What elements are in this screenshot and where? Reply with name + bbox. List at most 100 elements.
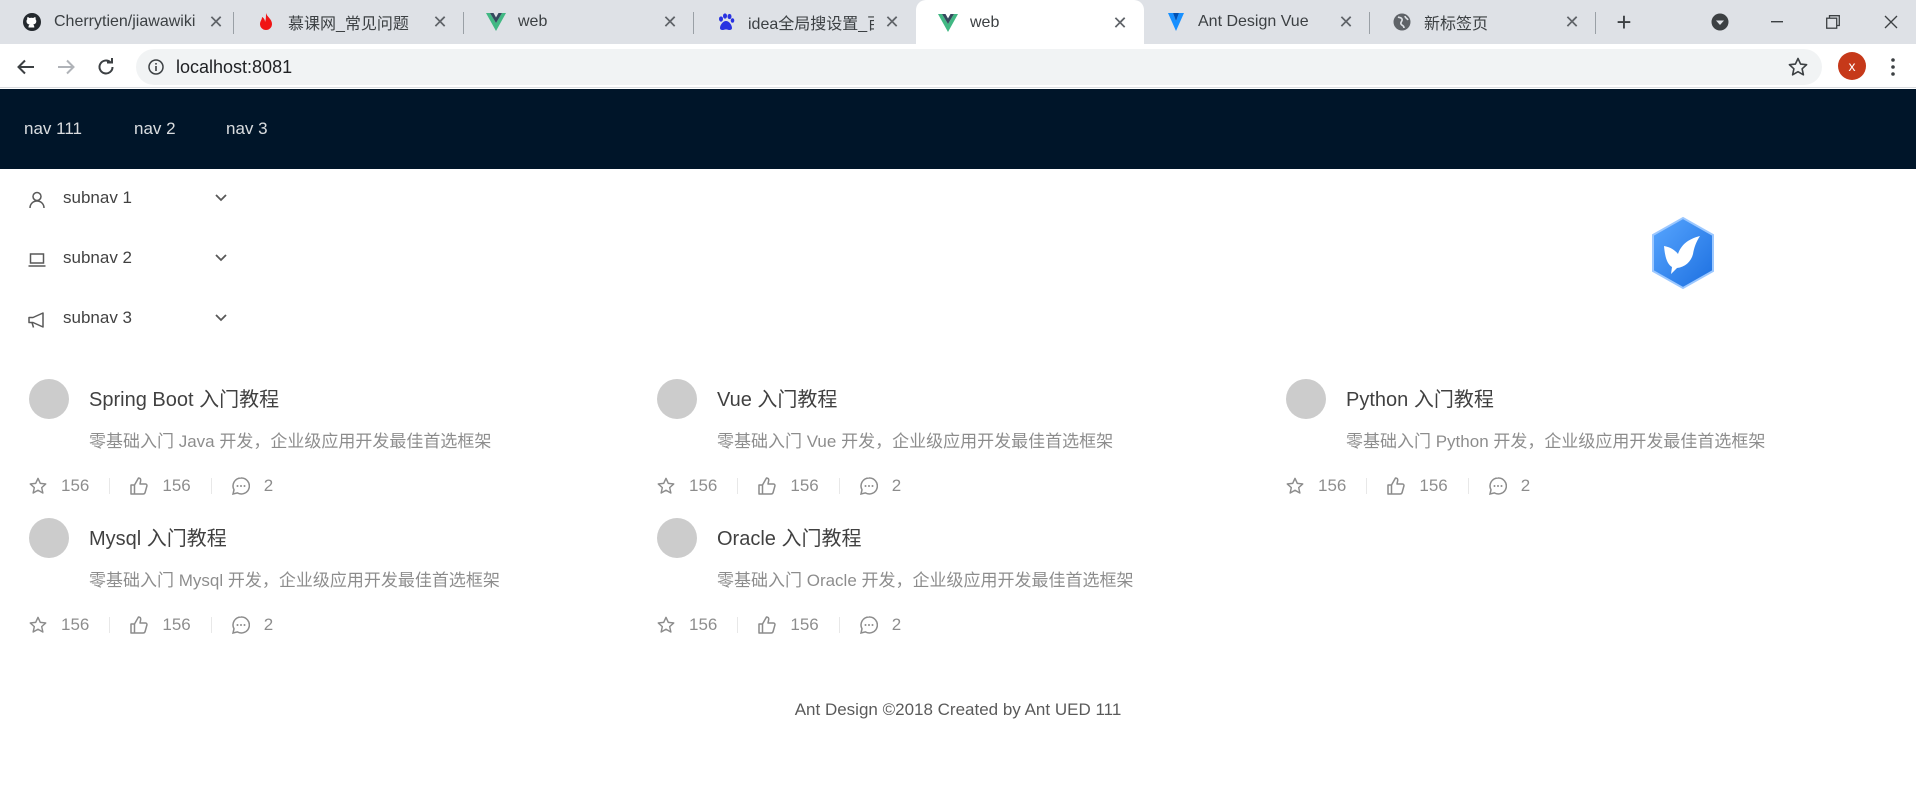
divider xyxy=(737,478,739,494)
blue-bird-hexagon-logo xyxy=(1652,216,1714,290)
star-icon xyxy=(29,477,47,494)
new-tab-button[interactable]: + xyxy=(1610,7,1638,37)
item-title[interactable]: Python 入门教程 xyxy=(1346,383,1494,412)
browser-menu-button[interactable] xyxy=(1878,52,1908,82)
window-close-button[interactable] xyxy=(1866,0,1916,44)
browser-tab[interactable]: Ant Design Vue ✕ xyxy=(1144,0,1370,44)
vue-icon xyxy=(938,13,958,33)
globe-icon xyxy=(1392,12,1412,32)
comment-action[interactable]: 2 xyxy=(231,615,273,635)
list-item: Spring Boot 入门教程 零基础入门 Java 开发，企业级应用开发最佳… xyxy=(29,379,649,513)
close-icon[interactable]: ✕ xyxy=(660,12,680,32)
nav-item-1[interactable]: nav 111 xyxy=(24,89,82,169)
chevron-down-icon xyxy=(215,254,227,262)
like-icon xyxy=(130,477,149,495)
comment-count: 2 xyxy=(1520,476,1531,495)
star-action[interactable]: 156 xyxy=(29,476,89,496)
avatar xyxy=(657,379,697,419)
like-action[interactable]: 156 xyxy=(1387,476,1448,496)
close-icon[interactable]: ✕ xyxy=(882,12,902,32)
browser-tab-active[interactable]: web ✕ xyxy=(916,0,1144,46)
bookmark-star-icon[interactable] xyxy=(1788,57,1808,77)
info-icon[interactable] xyxy=(148,59,164,75)
vue-icon xyxy=(486,12,506,32)
sidebar-submenu-2[interactable]: subnav 2 xyxy=(0,235,240,283)
like-action[interactable]: 156 xyxy=(758,476,819,496)
item-title[interactable]: Spring Boot 入门教程 xyxy=(89,383,279,412)
browser-tab[interactable]: Cherrytien/jiawawiki ✕ xyxy=(0,0,240,44)
close-icon[interactable]: ✕ xyxy=(430,12,450,32)
minimize-icon xyxy=(1771,21,1783,23)
comment-action[interactable]: 2 xyxy=(1488,476,1531,496)
message-icon xyxy=(1488,477,1507,495)
item-description: 零基础入门 Vue 开发，企业级应用开发最佳首选框架 xyxy=(717,432,1114,451)
star-action[interactable]: 156 xyxy=(1286,476,1346,496)
divider xyxy=(109,617,111,633)
like-count: 156 xyxy=(790,476,819,495)
comment-action[interactable]: 2 xyxy=(859,615,902,635)
star-action[interactable]: 156 xyxy=(657,476,717,496)
browser-tab[interactable]: idea全局搜设置_百度 ✕ xyxy=(694,0,916,44)
tab-title: Ant Design Vue xyxy=(1198,13,1309,30)
tab-search-button[interactable] xyxy=(1695,0,1745,44)
like-icon xyxy=(1387,477,1406,495)
like-count: 156 xyxy=(790,615,819,634)
comment-count: 2 xyxy=(891,615,902,634)
close-icon[interactable]: ✕ xyxy=(1110,13,1130,33)
star-icon xyxy=(29,616,47,633)
star-count: 156 xyxy=(689,615,718,634)
close-icon xyxy=(1884,15,1898,29)
back-button[interactable] xyxy=(11,52,41,82)
close-icon[interactable]: ✕ xyxy=(1562,12,1582,32)
reload-button[interactable] xyxy=(91,52,121,82)
url-text[interactable]: localhost:8081 xyxy=(176,57,292,78)
sidebar-submenu-3[interactable]: subnav 3 xyxy=(0,295,240,343)
comment-action[interactable]: 2 xyxy=(859,476,902,496)
like-count: 156 xyxy=(162,615,191,634)
item-title[interactable]: Mysql 入门教程 xyxy=(89,522,227,551)
divider xyxy=(838,478,840,494)
divider xyxy=(210,478,212,494)
browser-tab[interactable]: 新标签页 ✕ xyxy=(1370,0,1596,44)
like-action[interactable]: 156 xyxy=(130,476,191,496)
avatar xyxy=(29,379,69,419)
like-action[interactable]: 156 xyxy=(758,615,819,635)
restore-button[interactable] xyxy=(1808,0,1858,44)
comment-count: 2 xyxy=(891,476,902,495)
star-icon xyxy=(657,616,675,633)
tab-title: 新标签页 xyxy=(1424,16,1489,33)
nav-item-3[interactable]: nav 3 xyxy=(226,89,268,169)
item-description: 零基础入门 Java 开发，企业级应用开发最佳首选框架 xyxy=(89,432,492,451)
item-title[interactable]: Vue 入门教程 xyxy=(717,383,837,412)
like-action[interactable]: 156 xyxy=(130,615,191,635)
nav-item-2[interactable]: nav 2 xyxy=(134,89,176,169)
minimize-button[interactable] xyxy=(1752,0,1802,44)
browser-tab[interactable]: web ✕ xyxy=(464,0,694,44)
profile-avatar[interactable]: x xyxy=(1838,52,1866,80)
message-icon xyxy=(859,477,878,495)
address-bar[interactable]: localhost:8081 xyxy=(136,49,1822,85)
like-icon xyxy=(758,616,777,634)
star-count: 156 xyxy=(689,476,718,495)
star-icon xyxy=(1286,477,1304,494)
tab-title: idea全局搜设置_百度 xyxy=(748,16,874,33)
star-action[interactable]: 156 xyxy=(657,615,717,635)
close-icon[interactable]: ✕ xyxy=(1336,12,1356,32)
list-item: Python 入门教程 零基础入门 Python 开发，企业级应用开发最佳首选框… xyxy=(1286,379,1906,513)
browser-tab[interactable]: 慕课网_常见问题 ✕ xyxy=(234,0,464,44)
laptop-icon xyxy=(28,253,46,267)
submenu-label: subnav 1 xyxy=(63,188,132,207)
close-icon[interactable]: ✕ xyxy=(206,12,226,32)
arrow-right-icon xyxy=(58,59,75,75)
star-action[interactable]: 156 xyxy=(29,615,89,635)
item-title[interactable]: Oracle 入门教程 xyxy=(717,522,861,551)
like-count: 156 xyxy=(1419,476,1448,495)
more-vertical-icon xyxy=(1891,58,1895,76)
sidebar-submenu-1[interactable]: subnav 1 xyxy=(0,175,240,223)
forward-button[interactable] xyxy=(51,52,81,82)
comment-action[interactable]: 2 xyxy=(231,476,273,496)
star-count: 156 xyxy=(61,615,90,634)
divider xyxy=(737,617,739,633)
tab-title: web xyxy=(518,13,548,30)
flame-icon xyxy=(256,12,276,32)
